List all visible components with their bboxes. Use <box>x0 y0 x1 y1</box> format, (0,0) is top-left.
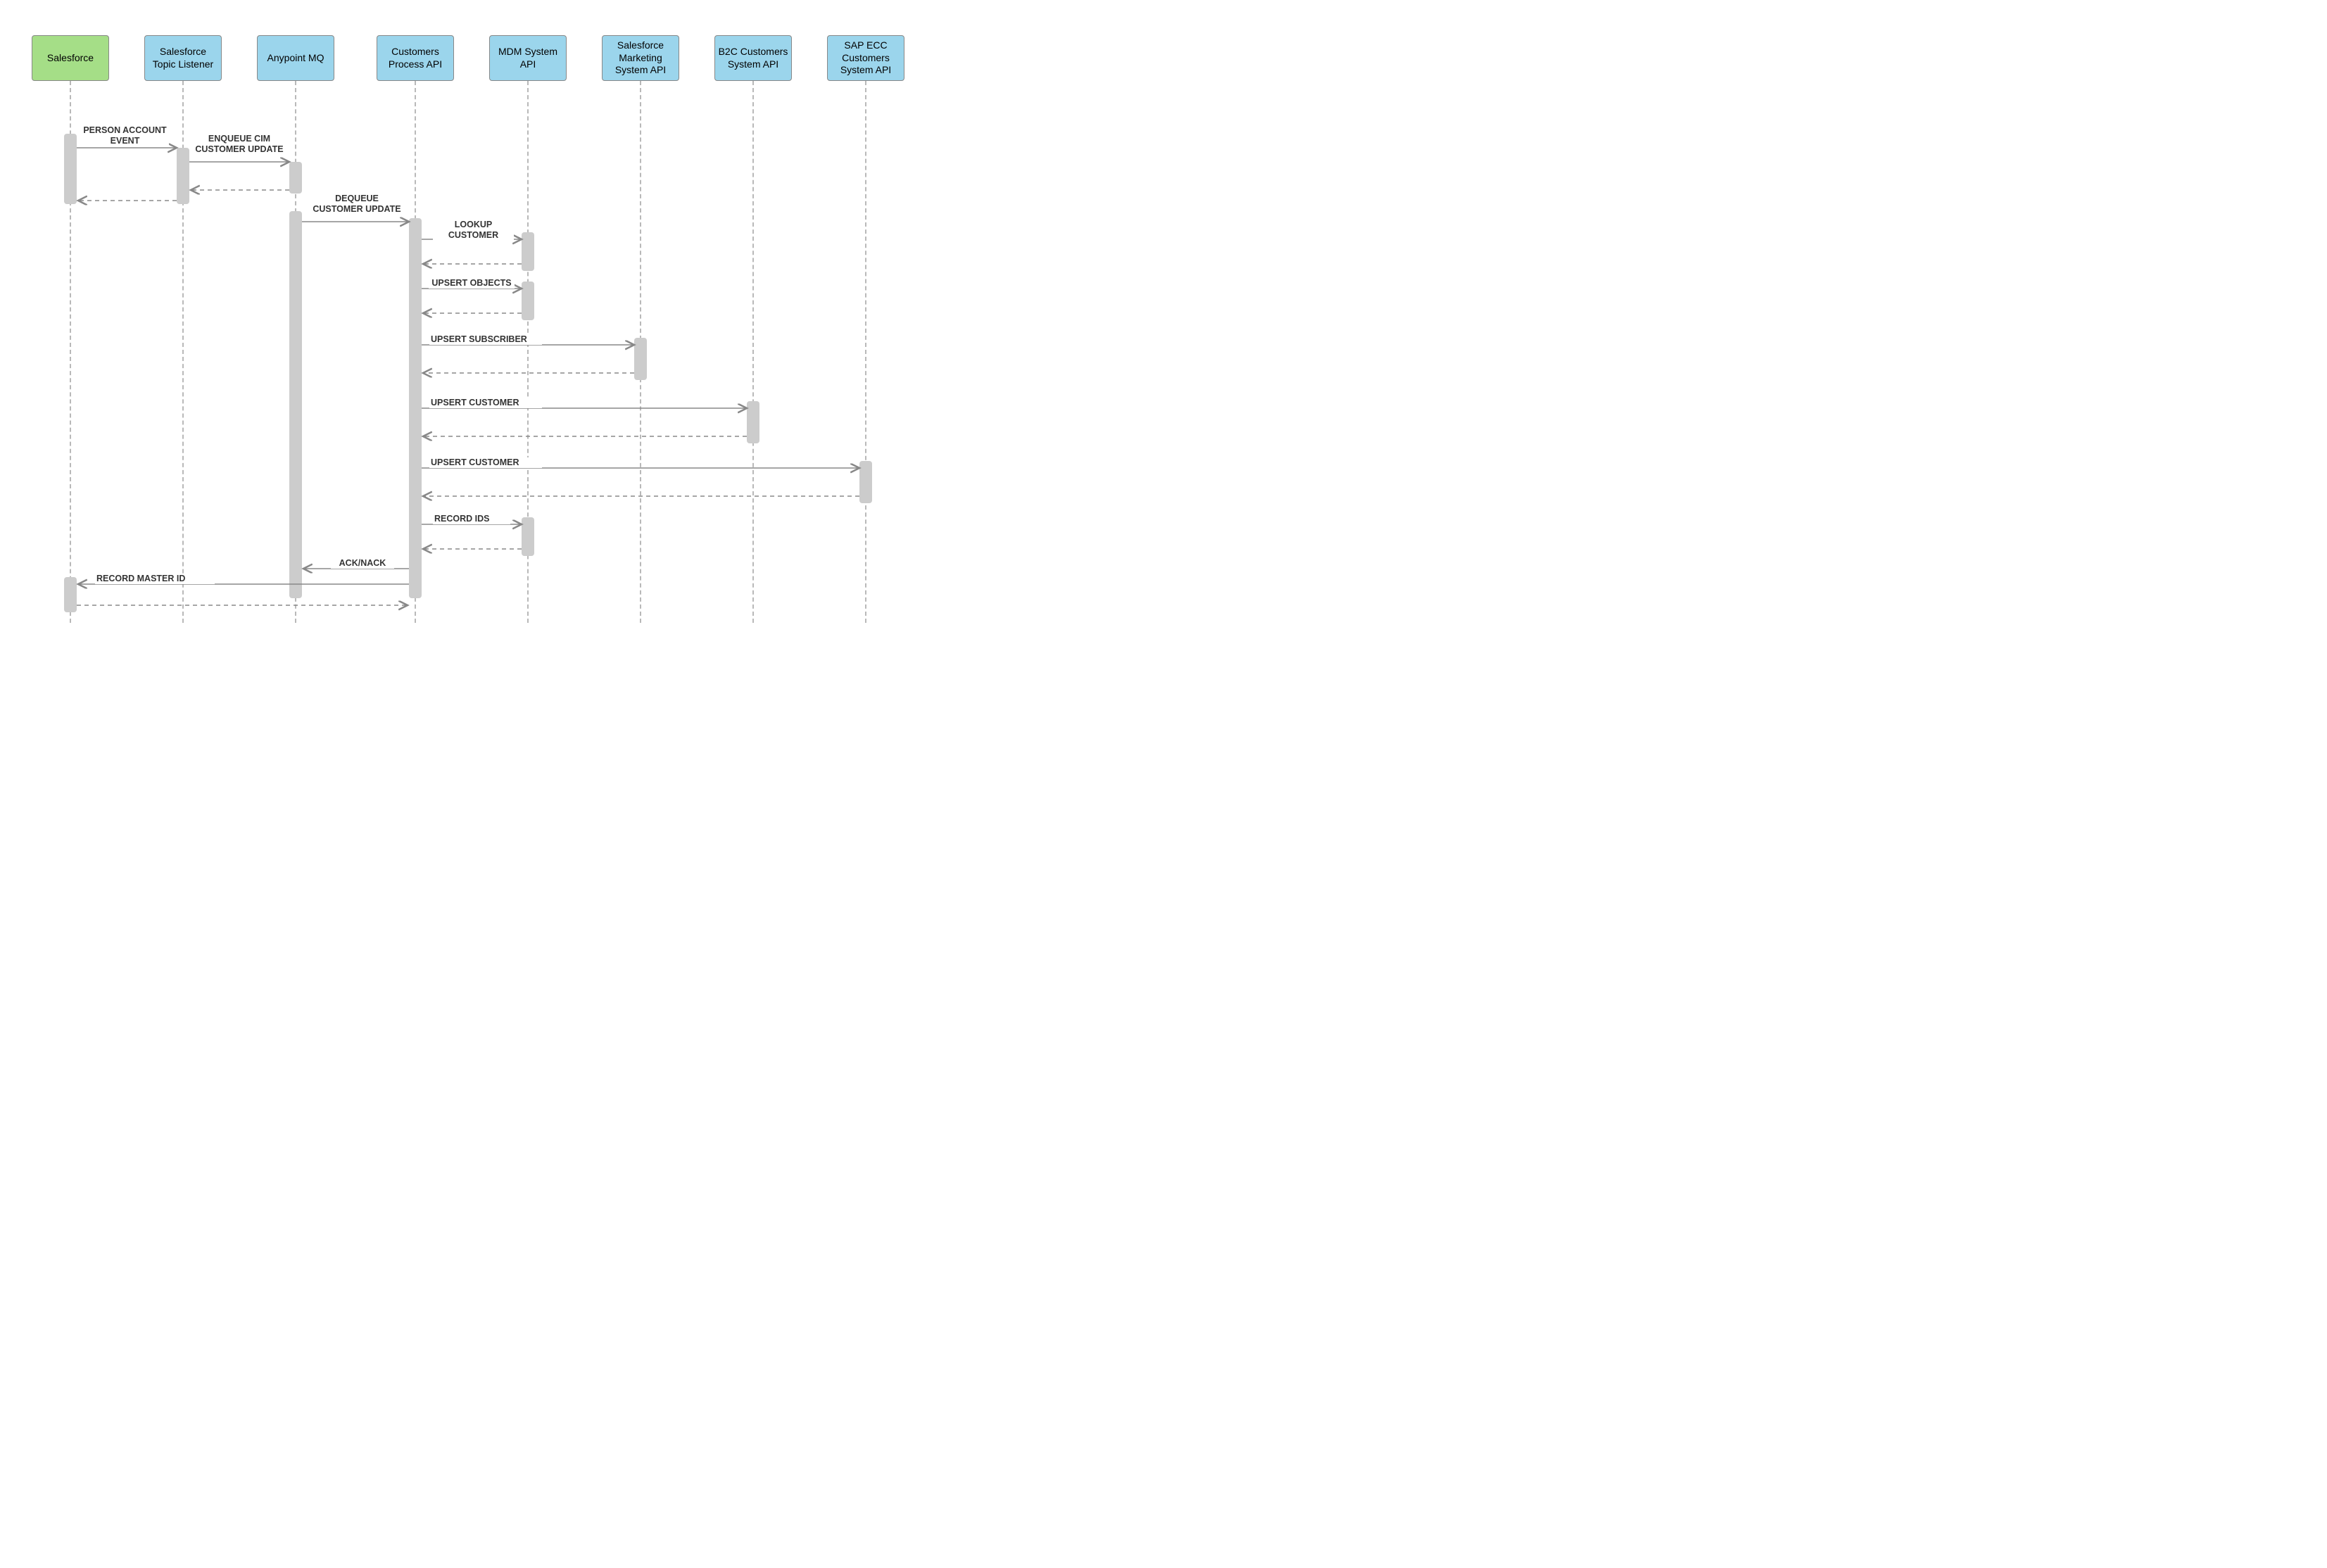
participant-mq: Anypoint MQ <box>257 35 334 81</box>
msg-enqueue-cim: ENQUEUE CIM CUSTOMER UPDATE <box>194 134 285 155</box>
activation-listener <box>177 148 189 204</box>
msg-upsert-subscriber: UPSERT SUBSCRIBER <box>429 334 542 345</box>
participant-mdm-api: MDM System API <box>489 35 567 81</box>
activation-sap <box>859 461 872 503</box>
msg-record-master-id: RECORD MASTER ID <box>95 574 215 584</box>
msg-upsert-objects: UPSERT OBJECTS <box>429 278 515 289</box>
lifeline <box>865 81 866 623</box>
msg-upsert-customer-sap: UPSERT CUSTOMER <box>429 457 542 468</box>
activation-mdm-record <box>522 517 534 556</box>
sequence-diagram: Salesforce Salesforce Topic Listener Any… <box>21 21 922 626</box>
msg-lookup-customer: LOOKUP CUSTOMER <box>433 220 514 241</box>
activation-mdm-lookup <box>522 232 534 271</box>
msg-upsert-customer-b2c: UPSERT CUSTOMER <box>429 398 542 408</box>
activation-salesforce <box>64 134 77 204</box>
participant-salesforce: Salesforce <box>32 35 109 81</box>
msg-ack-nack: ACK/NACK <box>331 558 394 569</box>
activation-mq-enqueue <box>289 162 302 194</box>
msg-person-account-event: PERSON ACCOUNT EVENT <box>81 125 169 146</box>
activation-mq-long <box>289 211 302 598</box>
activation-process <box>409 218 422 598</box>
arrows-overlay <box>21 21 922 626</box>
activation-mdm-upsert <box>522 282 534 320</box>
activation-sfmc <box>634 338 647 380</box>
participant-b2c-api: B2C Customers System API <box>714 35 792 81</box>
participant-process-api: Customers Process API <box>377 35 454 81</box>
participant-listener: Salesforce Topic Listener <box>144 35 222 81</box>
msg-dequeue: DEQUEUE CUSTOMER UPDATE <box>311 194 403 215</box>
msg-record-ids: RECORD IDS <box>433 514 510 524</box>
participant-sfmc-api: Salesforce Marketing System API <box>602 35 679 81</box>
participant-sap-api: SAP ECC Customers System API <box>827 35 904 81</box>
lifeline <box>752 81 754 623</box>
activation-b2c <box>747 401 759 443</box>
activation-salesforce-end <box>64 577 77 612</box>
